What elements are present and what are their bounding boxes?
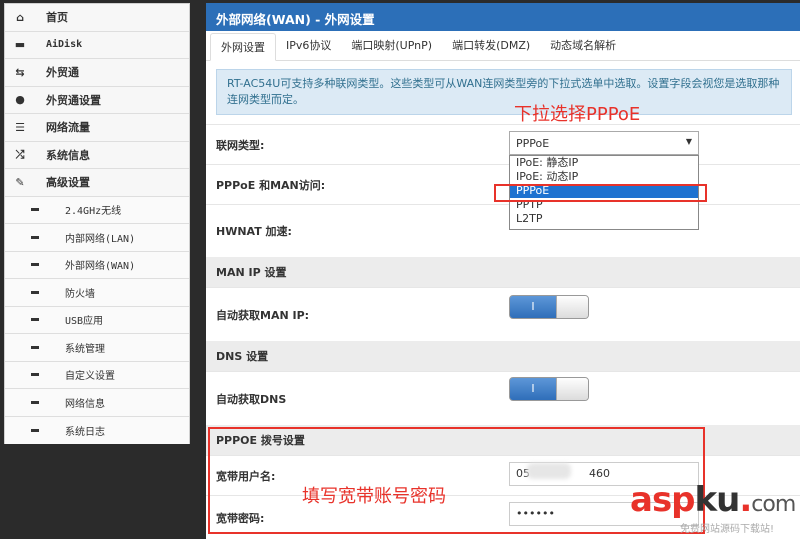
sidebar-item-home[interactable]: ⌂ 首页 — [5, 4, 189, 32]
wrench-icon: ✎ — [15, 175, 25, 189]
man-ip-auto-row: 自动获取MAN IP: — [206, 287, 800, 341]
sidebar-subitem-syslog[interactable]: 系统日志 — [5, 416, 189, 444]
watermark-logo: aspku.com — [630, 480, 796, 520]
dns-auto-toggle[interactable]: I — [509, 377, 589, 401]
toggle-on-label: I — [510, 296, 556, 318]
dash-icon — [31, 318, 39, 322]
sidebar-item-label: 网络流量 — [46, 121, 90, 135]
sidebar-subitem-label: 外部网络(WAN) — [65, 261, 136, 273]
shuffle-icon: ⤮ — [15, 147, 25, 161]
sidebar-subitem-wireless[interactable]: 2.4GHz无线 — [5, 196, 189, 224]
sidebar-subitem-label: 自定义设置 — [65, 371, 115, 383]
sidebar-subitem-label: USB应用 — [65, 316, 104, 328]
wan-type-label: 联网类型: — [216, 138, 265, 152]
dash-icon — [31, 263, 39, 267]
sidebar-subitem-label: 系统日志 — [65, 426, 105, 438]
tab-upnp[interactable]: 端口映射(UPnP) — [341, 32, 442, 60]
chevron-down-icon: ▼ — [685, 137, 692, 146]
refresh-icon: ⇆ — [15, 65, 25, 79]
sidebar-subitem-label: 系统管理 — [65, 343, 105, 355]
dash-icon — [31, 290, 39, 294]
wan-type-row: 联网类型: — [206, 124, 800, 164]
wan-type-option-ipoe-static[interactable]: IPoE: 静态IP — [510, 156, 698, 170]
dns-auto-row: 自动获取DNS — [206, 371, 800, 425]
sidebar-item-label: 高级设置 — [46, 176, 90, 190]
tab-dmz[interactable]: 端口转发(DMZ) — [442, 32, 540, 60]
wan-type-select[interactable]: PPPoE ▼ — [509, 131, 699, 155]
dash-icon — [31, 400, 39, 404]
toggle-knob — [556, 378, 588, 400]
sidebar-subitem-lan[interactable]: 内部网络(LAN) — [5, 224, 189, 252]
wan-type-option-l2tp[interactable]: L2TP — [510, 212, 698, 226]
info-message: RT-AC54U可支持多种联网类型。这些类型可从WAN连网类型旁的下拉式选单中选… — [216, 69, 792, 115]
sidebar-item-waimaotong[interactable]: ⇆ 外贸通 — [5, 59, 189, 87]
man-ip-auto-label: 自动获取MAN IP: — [216, 308, 310, 322]
list-icon: ☰ — [15, 120, 25, 134]
sidebar-subitem-custom[interactable]: 自定义设置 — [5, 361, 189, 389]
sidebar: ⌂ 首页 ▬ AiDisk ⇆ 外贸通 ● 外贸通设置 ☰ 网络流量 ⤮ 系统信… — [4, 3, 190, 444]
man-ip-auto-toggle[interactable]: I — [509, 295, 589, 319]
sidebar-subitem-netinfo[interactable]: 网络信息 — [5, 389, 189, 417]
sidebar-item-traffic[interactable]: ☰ 网络流量 — [5, 114, 189, 142]
account-hint-annotation: 填写宽带账号密码 — [302, 486, 446, 507]
dns-section-header: DNS 设置 — [206, 341, 800, 371]
page-title: 外部网络(WAN) - 外网设置 — [206, 3, 800, 31]
globe-icon: ● — [15, 93, 25, 107]
man-ip-section-header: MAN IP 设置 — [206, 257, 800, 287]
sidebar-subitem-label: 内部网络(LAN) — [65, 233, 136, 245]
sidebar-subitem-label: 防火墙 — [65, 288, 95, 300]
sidebar-item-label: 首页 — [46, 11, 68, 25]
sidebar-item-aidisk[interactable]: ▬ AiDisk — [5, 31, 189, 59]
sidebar-subitem-label: 网络信息 — [65, 398, 105, 410]
dns-auto-label: 自动获取DNS — [216, 392, 287, 406]
tab-wan-settings[interactable]: 外网设置 — [210, 33, 276, 61]
dash-icon — [31, 345, 39, 349]
sidebar-item-sysinfo[interactable]: ⤮ 系统信息 — [5, 141, 189, 169]
watermark-subtitle: 免费网站源码下载站! — [680, 524, 775, 535]
wan-type-option-ipoe-dhcp[interactable]: IPoE: 动态IP — [510, 170, 698, 184]
sidebar-item-advanced[interactable]: ✎ 高级设置 — [5, 169, 189, 197]
tab-ddns[interactable]: 动态域名解析 — [540, 32, 626, 60]
sidebar-subitem-wan[interactable]: 外部网络(WAN) — [5, 251, 189, 279]
sidebar-subitem-admin[interactable]: 系统管理 — [5, 334, 189, 362]
home-icon: ⌂ — [16, 10, 24, 24]
sidebar-subitem-usb[interactable]: USB应用 — [5, 306, 189, 334]
sidebar-subitem-label: 2.4GHz无线 — [65, 206, 122, 218]
toggle-on-label: I — [510, 378, 556, 400]
dash-icon — [31, 235, 39, 239]
sidebar-item-label: 外贸通 — [46, 66, 79, 80]
wan-type-selected-value: PPPoE — [516, 136, 550, 150]
sidebar-item-label: 外贸通设置 — [46, 93, 101, 107]
dropdown-hint-annotation: 下拉选择PPPoE — [514, 104, 641, 125]
pppoe-highlight-box — [494, 184, 707, 202]
disk-icon: ▬ — [14, 38, 26, 52]
dash-icon — [31, 373, 39, 377]
sidebar-item-label: AiDisk — [46, 39, 83, 51]
sidebar-item-waimaotong-settings[interactable]: ● 外贸通设置 — [5, 86, 189, 114]
dash-icon — [31, 428, 39, 432]
sidebar-subitem-firewall[interactable]: 防火墙 — [5, 279, 189, 307]
hwnat-label: HWNAT 加速: — [216, 224, 292, 238]
pppoe-man-label: PPPoE 和MAN访问: — [216, 178, 326, 192]
sidebar-item-label: 系统信息 — [46, 148, 90, 162]
hwnat-row: HWNAT 加速: — [206, 204, 800, 256]
tab-bar: 外网设置 IPv6协议 端口映射(UPnP) 端口转发(DMZ) 动态域名解析 — [206, 31, 800, 61]
toggle-knob — [556, 296, 588, 318]
tab-ipv6[interactable]: IPv6协议 — [276, 32, 341, 60]
dash-icon — [31, 208, 39, 212]
